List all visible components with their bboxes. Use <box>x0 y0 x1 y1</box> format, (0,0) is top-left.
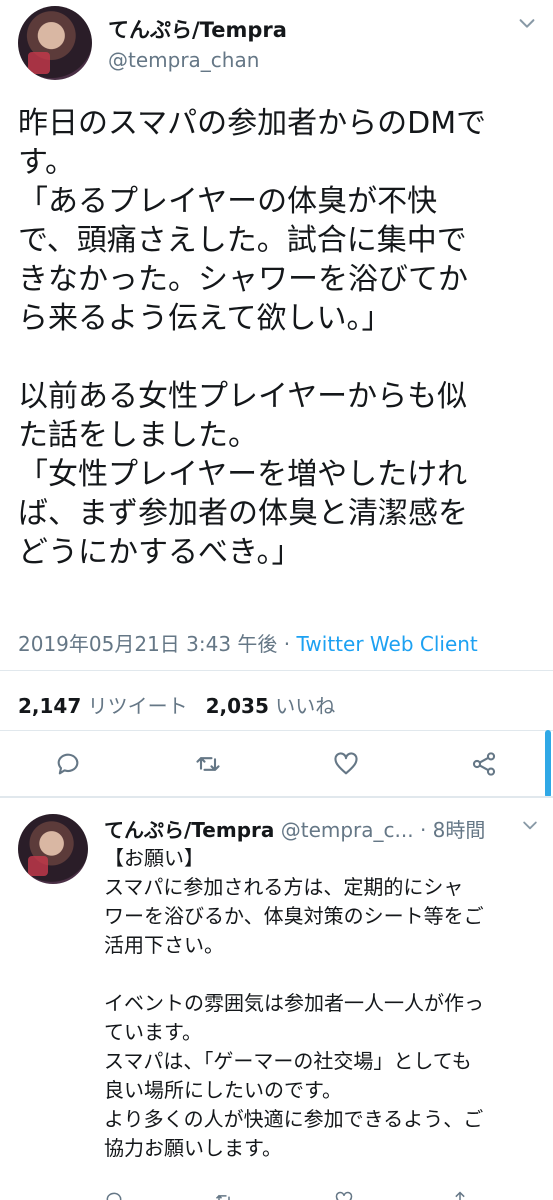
tweet-meta: 2019年05月21日 3:43 午後 · Twitter Web Client <box>18 628 478 657</box>
reply-icon[interactable] <box>54 750 82 778</box>
handle[interactable]: @tempra_c... <box>281 818 414 842</box>
likes-count: 2,035 <box>205 694 269 718</box>
retweet-icon[interactable] <box>194 750 222 778</box>
tweet-text: 【お願い】 スマパに参加される方は、定期的にシャ ワーを浴びるか、体臭対策のシー… <box>104 844 544 1163</box>
meta-separator: · <box>277 632 297 656</box>
tweet-text-line <box>104 960 544 989</box>
heart-icon[interactable] <box>334 1190 354 1200</box>
reply-icon[interactable] <box>104 1190 124 1200</box>
scrollbar[interactable] <box>545 730 551 798</box>
tweet-text-line: より多くの人が快適に参加できるよう、ご <box>104 1107 484 1131</box>
divider <box>0 670 553 671</box>
reply-header: てんぷら/Tempra @tempra_c... · 8時間 <box>104 814 534 843</box>
share-icon[interactable] <box>450 1190 470 1200</box>
retweets-count: 2,147 <box>18 694 82 718</box>
tweet-text-line: た話をしました。 <box>18 418 258 453</box>
share-icon[interactable] <box>470 750 498 778</box>
timestamp[interactable]: · 8時間 <box>420 818 485 842</box>
avatar[interactable] <box>18 6 92 80</box>
tweet-text-line <box>18 338 538 377</box>
tweet-text-line: イベントの雰囲気は参加者一人一人が作っ <box>104 991 484 1015</box>
heart-icon[interactable] <box>332 750 360 778</box>
tweet-actions <box>0 750 553 784</box>
display-name[interactable]: てんぷら/Tempra <box>108 14 287 44</box>
chevron-down-icon[interactable] <box>516 12 538 34</box>
reply-actions <box>0 1190 553 1200</box>
tweet-text-line: 活用下さい。 <box>104 933 224 957</box>
tweet-text-line: 昨日のスマパの参加者からのDMで <box>18 106 487 141</box>
likes-label: いいね <box>275 694 336 718</box>
tweet-text-line: 以前ある女性プレイヤーからも似 <box>18 379 468 414</box>
likes-stat[interactable]: 2,035 いいね <box>206 694 336 718</box>
divider <box>0 730 553 731</box>
tweet-text-line: ワーを浴びるか、体臭対策のシート等をご <box>104 904 484 928</box>
tweet-text-line: 「あるプレイヤーの体臭が不快 <box>18 184 438 219</box>
tweet-text-line: 【お願い】 <box>104 846 204 870</box>
tweet-text-line: す。 <box>18 145 75 180</box>
tweet-text-line: 協力お願いします。 <box>104 1136 282 1160</box>
tweet-text-line: スマパは、「ゲーマーの社交場」としても <box>104 1049 472 1073</box>
chevron-down-icon[interactable] <box>520 815 540 835</box>
handle[interactable]: @tempra_chan <box>108 48 259 72</box>
retweets-stat[interactable]: 2,147 リツイート <box>18 694 188 718</box>
tweet-text-line: ています。 <box>104 1020 202 1044</box>
client-link[interactable]: Twitter Web Client <box>297 632 478 656</box>
tweet-text-line: スマパに参加される方は、定期的にシャ <box>104 875 464 899</box>
tweet-text-line: ら来るよう伝えて欲しい。」 <box>18 301 392 336</box>
tweet-text-line: 「女性プレイヤーを増やしたけれ <box>18 457 468 492</box>
divider <box>0 796 553 798</box>
display-name[interactable]: てんぷら/Tempra <box>104 818 274 842</box>
retweets-label: リツイート <box>87 694 188 718</box>
timestamp[interactable]: 2019年05月21日 3:43 午後 <box>18 632 277 656</box>
tweet-text-line: 良い場所にしたいのです。 <box>104 1078 342 1102</box>
tweet-text-line: で、頭痛さえした。試合に集中で <box>18 223 467 258</box>
tweet-stats: 2,147 リツイート 2,035 いいね <box>18 690 335 719</box>
retweet-icon[interactable] <box>214 1190 234 1200</box>
tweet-text-line: ば、まず参加者の体臭と清潔感を <box>18 496 468 531</box>
tweet-text-line: どうにかするべき。」 <box>18 535 302 570</box>
tweet-text: 昨日のスマパの参加者からのDMで す。 「あるプレイヤーの体臭が不快 で、頭痛さ… <box>18 104 538 572</box>
tweet-text-line: きなかった。シャワーを浴びてか <box>18 262 468 297</box>
avatar[interactable] <box>18 814 88 884</box>
